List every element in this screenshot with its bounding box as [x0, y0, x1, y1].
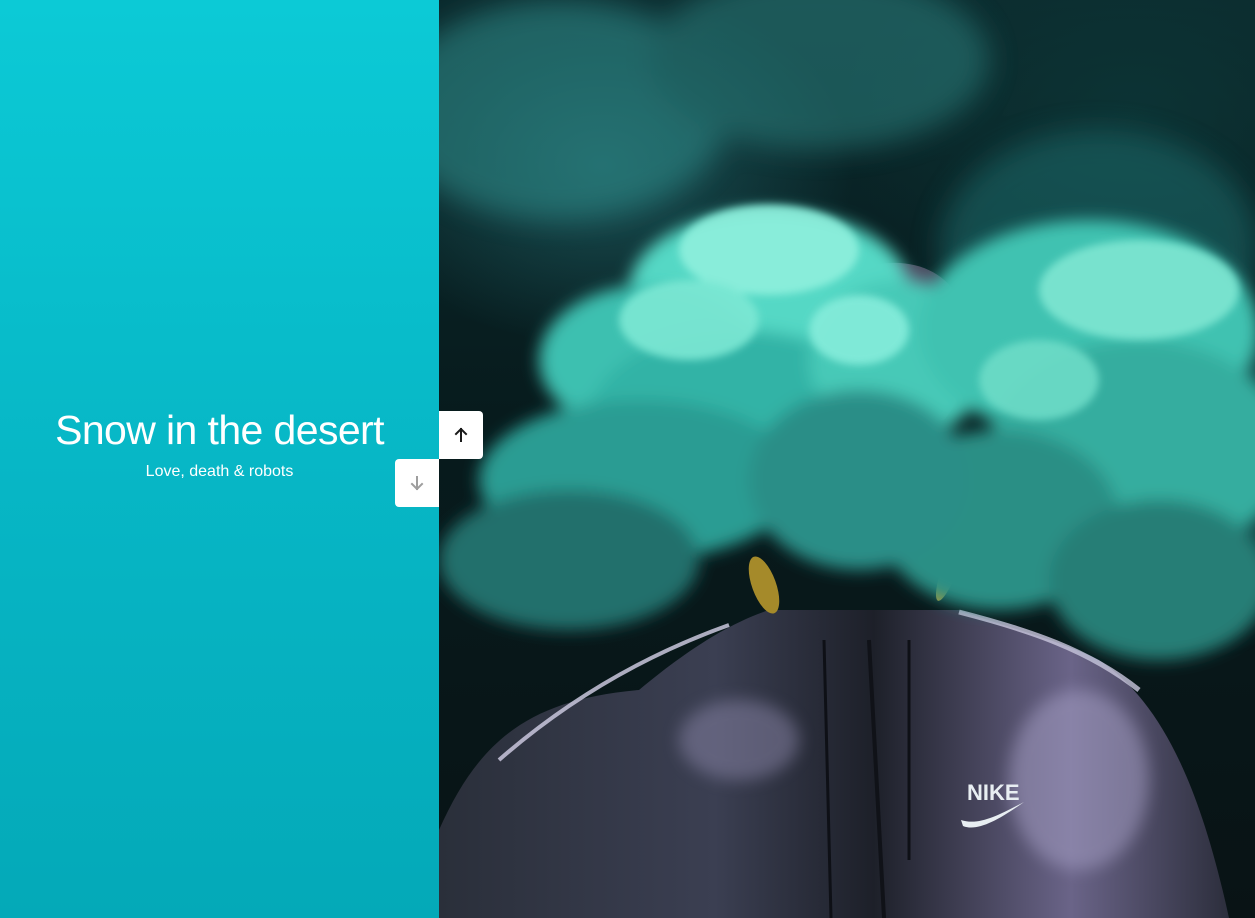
slide-title: Snow in the desert	[55, 407, 384, 453]
arrow-down-icon	[410, 476, 424, 491]
next-slide-button[interactable]	[395, 459, 439, 507]
slide-caption: Snow in the desert Love, death & robots	[0, 404, 439, 482]
nike-logo-text: NIKE	[967, 780, 1020, 805]
arrow-up-icon	[454, 427, 468, 442]
slide-text-panel: Snow in the desert Love, death & robots	[0, 0, 439, 918]
slide-subtitle: Love, death & robots	[145, 463, 294, 480]
previous-slide-button[interactable]	[439, 411, 483, 459]
slider: Snow in the desert Love, death & robots	[0, 0, 1255, 918]
slide-image: NIKE	[439, 0, 1255, 918]
